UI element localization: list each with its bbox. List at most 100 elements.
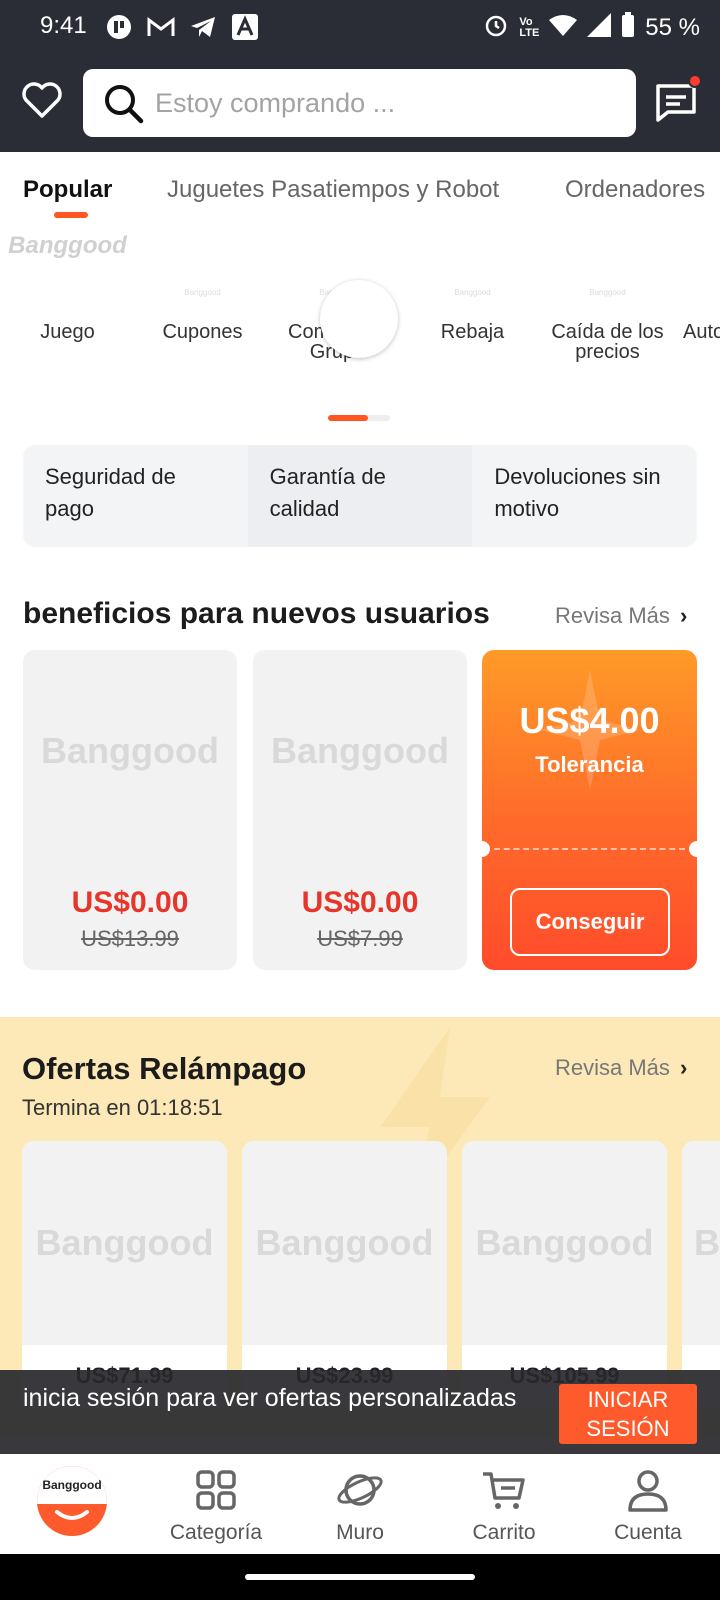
nav-wall[interactable]: Muro (300, 1468, 420, 1545)
signal-icon (587, 13, 612, 42)
app-header (0, 54, 720, 152)
brand-watermark: Banggood (184, 288, 221, 297)
flash-deal-product-card[interactable]: Banggood US$71.99 (22, 1141, 227, 1409)
messages-button[interactable] (654, 74, 702, 124)
new-user-product-card[interactable]: Banggood US$0.00 US$13.99 (23, 650, 237, 970)
product-original-price: US$13.99 (81, 926, 179, 951)
brand-watermark: Banggood (475, 1222, 654, 1263)
guarantee-returns[interactable]: Devoluciones sin motivo (472, 445, 697, 547)
new-user-see-more-link[interactable]: Revisa Más › (555, 603, 687, 629)
quick-category-label: Caída de los precios (551, 321, 664, 363)
nav-cart[interactable]: Carrito (444, 1468, 564, 1545)
nav-label: Carrito (472, 1521, 536, 1544)
bottom-navigation: Banggood Categoría Muro Carrito Cuenta (0, 1454, 720, 1554)
login-button[interactable]: INICIAR SESIÓN (559, 1384, 697, 1444)
brand-watermark: Banggood (454, 288, 491, 297)
product-image-placeholder: Banggood (462, 1141, 667, 1345)
flash-deal-product-card[interactable]: Banggood US$23.99 (242, 1141, 447, 1409)
tab-popular[interactable]: Popular (23, 176, 112, 204)
quick-category-label: Auto (683, 321, 720, 342)
status-right: Vo LTE 55 % (483, 12, 700, 43)
brand-watermark: Banggood (694, 1222, 720, 1263)
brand-watermark: Banggood (589, 288, 626, 297)
quick-category-label: Rebaja (440, 321, 505, 343)
carousel-indicator (328, 415, 390, 421)
planet-icon (337, 1474, 383, 1506)
quick-category-label: Juego (40, 321, 95, 343)
search-input[interactable] (155, 87, 615, 119)
gmail-icon (146, 12, 176, 42)
category-image: Banggood (135, 232, 270, 312)
product-image-placeholder: Banggood (271, 730, 449, 771)
login-banner: inicia sesión para ver ofertas personali… (0, 1370, 720, 1454)
volte-icon: Vo LTE (519, 15, 540, 39)
system-navigation-bar (0, 1554, 720, 1600)
grid-icon (196, 1470, 236, 1510)
brand-watermark: Banggood (255, 1222, 434, 1263)
coupon-divider (494, 848, 685, 850)
heart-icon (22, 82, 62, 118)
get-coupon-button[interactable]: Conseguir (510, 888, 670, 956)
coupon-notch (482, 841, 490, 857)
tab-computers[interactable]: Ordenadores (565, 176, 705, 204)
quick-category-price-drop[interactable]: Banggood Caída de los precios (540, 232, 675, 362)
quick-category-sale[interactable]: Banggood Rebaja (405, 232, 540, 342)
quick-category-auto[interactable]: Auto (675, 232, 720, 342)
quick-category-game[interactable]: Banggood Juego (0, 232, 135, 342)
wifi-icon (549, 14, 578, 41)
chevron-right-icon: › (680, 1055, 688, 1080)
tab-toys[interactable]: Juguetes Pasatiempos y Robot (167, 176, 499, 204)
product-image-placeholder: Banggood (242, 1141, 447, 1345)
status-time: 9:41 (40, 12, 87, 39)
guarantee-strip: Seguridad de pago Garantía de calidad De… (23, 445, 697, 547)
wishlist-button[interactable] (20, 78, 64, 122)
chevron-right-icon: › (680, 603, 688, 628)
flash-deals-see-more-link[interactable]: Revisa Más › (555, 1055, 687, 1081)
coupon-label: Tolerancia (535, 752, 644, 777)
product-image-placeholder: Banggood (41, 730, 219, 771)
new-user-coupon-card: US$4.00 Tolerancia Conseguir (482, 650, 697, 970)
telegram-icon (188, 12, 218, 42)
flash-deal-product-card-partial[interactable]: Banggood (682, 1141, 720, 1409)
product-image-placeholder: Banggood (682, 1141, 720, 1345)
cart-icon (483, 1472, 525, 1509)
alarm-icon (483, 12, 509, 43)
category-tabs: Popular Juguetes Pasatiempos y Robot Ord… (0, 152, 720, 222)
guarantee-payment-security[interactable]: Seguridad de pago (23, 445, 248, 547)
nav-home-button[interactable]: Banggood (37, 1466, 107, 1536)
login-prompt-text: inicia sesión para ver ofertas personali… (23, 1384, 517, 1412)
category-image: Banggood (540, 232, 675, 312)
brand-watermark: Banggood (35, 1222, 214, 1263)
flash-deals-title: Ofertas Relámpago (22, 1051, 307, 1086)
product-image-placeholder: Banggood (22, 1141, 227, 1345)
see-more-label: Revisa Más (555, 1055, 670, 1080)
nav-label: Categoría (169, 1521, 263, 1544)
see-more-label: Revisa Más (555, 603, 670, 628)
battery-percent: 55 % (645, 13, 700, 41)
unread-badge (688, 74, 702, 88)
search-bar[interactable] (83, 69, 636, 137)
coupon-notch (689, 841, 697, 857)
battery-icon (621, 12, 635, 43)
status-bar: 9:41 Vo LTE 55 % (0, 0, 720, 54)
nav-label: Cuenta (614, 1521, 682, 1544)
nav-category[interactable]: Categoría (156, 1468, 276, 1545)
nav-account[interactable]: Cuenta (588, 1468, 708, 1545)
loading-overlay-circle (320, 280, 398, 358)
quick-category-label: Cupones (162, 321, 243, 343)
smile-icon (55, 1510, 89, 1520)
flash-deal-product-card[interactable]: Banggood US$105.99 (462, 1141, 667, 1409)
app-icon (104, 12, 134, 42)
new-user-product-card[interactable]: Banggood US$0.00 US$7.99 (253, 650, 467, 970)
carousel-indicator-fill (328, 415, 369, 421)
home-gesture-handle[interactable] (245, 1574, 475, 1580)
active-tab-indicator (54, 212, 88, 218)
coupon-amount: US$4.00 (519, 700, 660, 741)
android-auto-icon (230, 12, 260, 42)
search-icon (105, 85, 144, 124)
quick-category-coupons[interactable]: Banggood Cupones (135, 232, 270, 342)
guarantee-quality[interactable]: Garantía de calidad (247, 445, 473, 547)
product-price: US$0.00 (301, 886, 419, 919)
nav-label: Muro (336, 1521, 384, 1544)
category-image: Banggood (405, 232, 540, 312)
